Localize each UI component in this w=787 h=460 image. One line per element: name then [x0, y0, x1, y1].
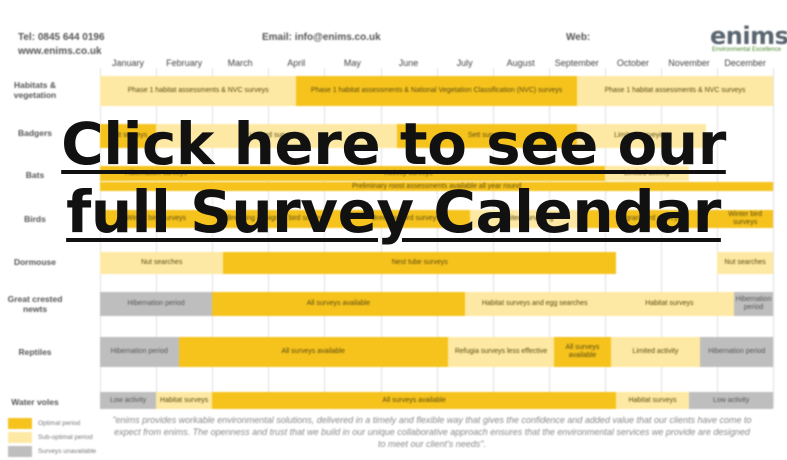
key-label: Surveys unavailable [38, 448, 97, 455]
header-email: Email: info@enims.co.uk [262, 32, 381, 43]
calendar-cell: Nest tube surveys [223, 252, 617, 274]
calendar-cell: Phase 1 habitat assessments & NVC survey… [576, 76, 774, 106]
calendar-cell: Hibernation period [100, 337, 179, 367]
enims-logo-subtitle: Environmental Excellence [712, 47, 782, 53]
month-may: May [343, 58, 361, 68]
month-november: November [668, 58, 710, 68]
month-september: September [554, 58, 599, 68]
month-december: December [724, 58, 766, 68]
month-january: January [111, 58, 145, 68]
calendar-cell: Hibernation period [700, 337, 774, 367]
calendar-cell: Refugia surveys less effective [447, 337, 555, 367]
calendar-cell: All surveys available [178, 337, 448, 367]
calendar-cell: Habitat surveys [604, 292, 734, 316]
month-october: October [616, 58, 649, 68]
month-august: August [506, 58, 535, 68]
month-july: July [456, 58, 473, 68]
enims-logo: enims [710, 22, 787, 50]
row-label: Great crested newts [7, 294, 63, 314]
calendar-cell: All surveys available [212, 392, 617, 409]
row-label: Dormouse [13, 257, 57, 267]
month-april: April [287, 58, 306, 68]
header-tel: Tel: 0845 644 0196 [18, 32, 105, 43]
month-march: March [227, 58, 253, 68]
header-web-url: www.enims.co.uk [18, 46, 102, 57]
month-february: February [166, 58, 203, 68]
calendar-cell: Nut searches [717, 252, 774, 274]
calendar-cell: Low activity [100, 392, 157, 409]
calendar-cell: Limited activity [610, 337, 701, 367]
key-swatch [8, 432, 32, 443]
row-label: Habitats & vegetation [13, 80, 57, 100]
row-label: Water voles [11, 397, 59, 407]
calendar-cell: Phase 1 habitat assessments & NVC survey… [100, 76, 297, 106]
calendar-cell: Hibernation period [733, 292, 774, 316]
key-label: Sub-optimal period [38, 434, 93, 441]
calendar-cell: All surveys available [554, 337, 611, 367]
survey-calendar-image[interactable]: Tel: 0845 644 0196 www.enims.co.uk Email… [0, 0, 787, 460]
calendar-cell: All surveys available [212, 292, 465, 316]
key-swatch [8, 446, 32, 457]
key-label: Optimal period [38, 420, 81, 427]
calendar-cell: Hibernation period [100, 292, 213, 316]
calendar-cell: Habitat surveys [616, 392, 690, 409]
footer-quote: "enims provides workable environmental s… [112, 415, 752, 449]
overlay-line-1[interactable]: Click here to see our [61, 110, 726, 178]
header-web-label: Web: [566, 32, 591, 43]
overlay-line-2[interactable]: full Survey Calendar [66, 178, 721, 246]
month-june: June [398, 58, 419, 68]
key-swatch [8, 418, 32, 429]
calendar-cell: Phase 1 habitat assessments & National V… [296, 76, 577, 106]
calendar-link-overlay[interactable]: Click here to see our full Survey Calend… [0, 110, 787, 246]
calendar-cell: Habitat surveys [156, 392, 213, 409]
row-label: Reptiles [18, 347, 52, 357]
calendar-cell: Nut searches [100, 252, 224, 274]
calendar-cell: Low activity [689, 392, 774, 409]
calendar-cell: Habitat surveys and egg searches [464, 292, 605, 316]
